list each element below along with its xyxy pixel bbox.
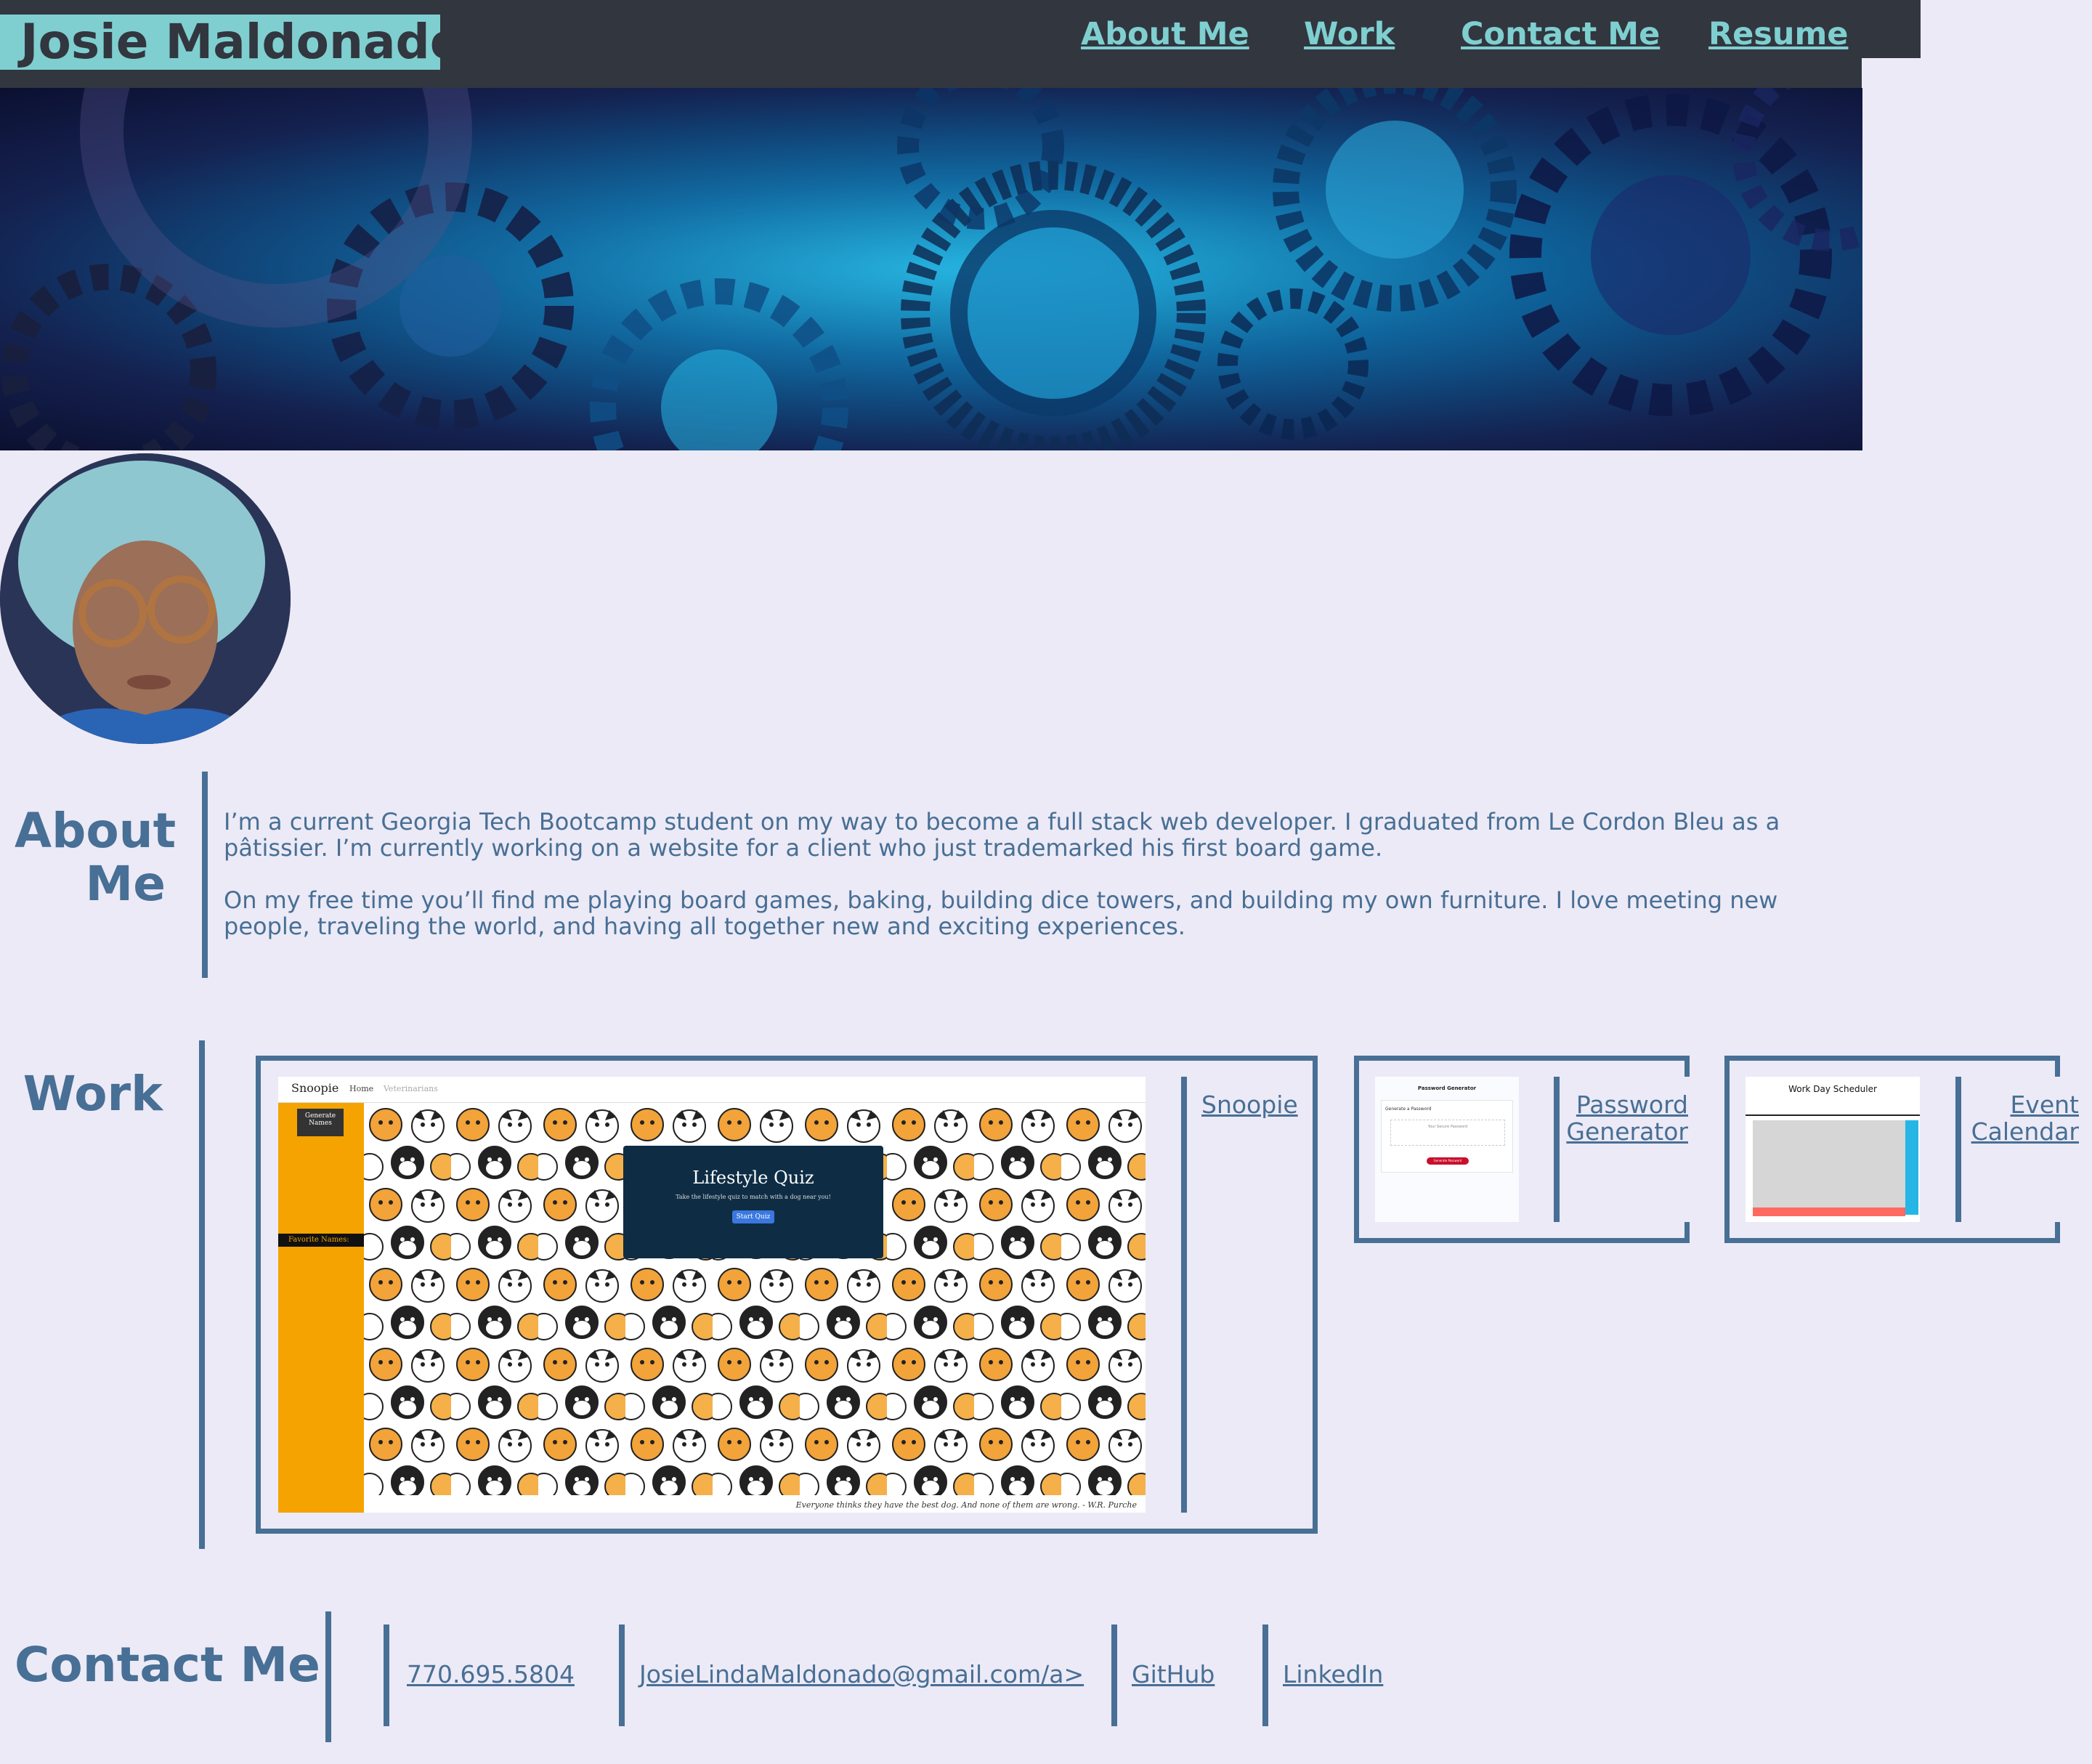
contact-item-divider	[1262, 1625, 1268, 1726]
about-section-title: About Me	[15, 803, 177, 912]
snoopie-site-name: Snoopie	[291, 1081, 339, 1095]
pw-title: Password Generator	[1417, 1085, 1477, 1091]
scheduler-current-row	[1753, 1207, 1905, 1216]
gears-illustration	[0, 88, 1862, 450]
nav-resume[interactable]: Resume	[1708, 16, 1848, 52]
snoopie-nav-vets: Veterinarians	[384, 1084, 438, 1093]
about-paragraph: I’m a current Georgia Tech Bootcamp stud…	[224, 808, 1780, 862]
profile-avatar	[0, 453, 291, 744]
about-divider	[202, 772, 208, 978]
nav-about-me[interactable]: About Me	[1081, 16, 1249, 52]
password-link-line2: Generator	[1566, 1117, 1688, 1146]
contact-item-divider	[384, 1625, 389, 1726]
site-title: Josie Maldonado	[0, 15, 463, 70]
about-title-line1: About	[15, 803, 177, 859]
scheduler-rows	[1753, 1120, 1905, 1215]
pw-field: Your Secure Password	[1390, 1120, 1505, 1146]
header-notch	[1862, 58, 1921, 88]
quiz-start-button: Start Quiz	[731, 1210, 775, 1223]
work-divider	[199, 1040, 205, 1549]
snoopie-navbar: Snoopie Home Veterinarians	[278, 1077, 1146, 1103]
quiz-title: Lifestyle Quiz	[692, 1168, 814, 1188]
contact-item-divider	[1111, 1625, 1117, 1726]
event-calendar-screenshot: Work Day Scheduler	[1746, 1077, 1920, 1222]
about-title-line2: Me	[85, 855, 166, 912]
snoopie-nav-home: Home	[349, 1084, 374, 1093]
about-paragraph: On my free time you’ll find me playing b…	[224, 886, 1778, 940]
pw-card: Generate a Password Your Secure Password…	[1381, 1100, 1513, 1173]
snoopie-card-divider	[1181, 1077, 1187, 1513]
calendar-link-line2: Calendar	[1971, 1117, 2079, 1146]
snoopie-quote: Everyone thinks they have the best dog. …	[795, 1500, 1137, 1510]
work-section-title: Work	[23, 1066, 163, 1122]
scheduler-save-column	[1905, 1120, 1918, 1215]
snoopie-favorites-label: Favorite Names:	[278, 1234, 364, 1247]
contact-section-title: Contact Me	[15, 1637, 320, 1693]
snoopie-generate-button: Generate Names	[297, 1109, 344, 1136]
project-link-event-calendar[interactable]: Event Calendar	[1966, 1091, 2079, 1145]
contact-email-link[interactable]: JosieLindaMaldonado@gmail.com/a>	[639, 1660, 1084, 1688]
pw-subtitle: Generate a Password	[1385, 1106, 1432, 1112]
password-link-line1: Password	[1576, 1091, 1688, 1119]
password-card-divider	[1554, 1077, 1560, 1222]
password-generator-screenshot: Password Generator Generate a Password Y…	[1375, 1077, 1519, 1222]
nav-contact-me[interactable]: Contact Me	[1461, 16, 1660, 52]
contact-linkedin-link[interactable]: LinkedIn	[1283, 1660, 1383, 1688]
contact-phone-link[interactable]: 770.695.5804	[407, 1660, 575, 1688]
calendar-card-divider	[1955, 1077, 1961, 1222]
quiz-modal: Lifestyle Quiz Take the lifestyle quiz t…	[623, 1146, 883, 1258]
calendar-link-line1: Event	[2010, 1091, 2079, 1119]
hero-banner-gears	[0, 88, 1862, 450]
contact-divider	[325, 1611, 331, 1742]
project-link-snoopie[interactable]: Snoopie	[1201, 1091, 1298, 1118]
contact-github-link[interactable]: GitHub	[1132, 1660, 1215, 1688]
snoopie-sidebar: Generate Names Favorite Names:	[278, 1103, 364, 1513]
pw-button: Generate Password	[1427, 1157, 1469, 1165]
site-header: Josie Maldonado About Me Work Contact Me…	[0, 0, 1921, 88]
project-link-password-generator[interactable]: Password Generator	[1562, 1091, 1688, 1145]
nav-work[interactable]: Work	[1304, 16, 1395, 52]
snoopie-screenshot: Snoopie Home Veterinarians Generate Name…	[278, 1077, 1146, 1513]
contact-item-divider	[619, 1625, 625, 1726]
scheduler-title: Work Day Scheduler	[1788, 1084, 1877, 1094]
about-text: I’m a current Georgia Tech Bootcamp stud…	[224, 809, 1858, 939]
quiz-subtitle: Take the lifestyle quiz to match with a …	[676, 1194, 831, 1200]
